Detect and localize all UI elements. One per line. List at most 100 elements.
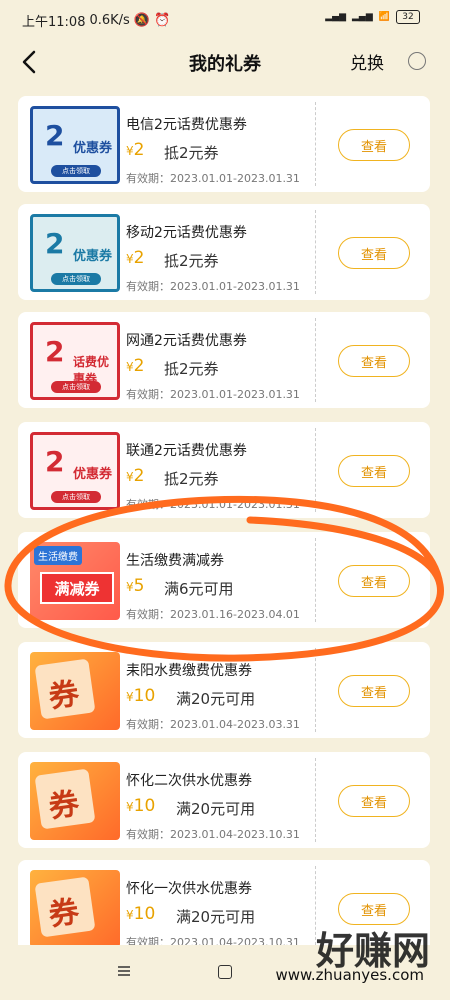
watermark-url: www.zhuanyes.com bbox=[275, 966, 424, 984]
thumb-pill: 点击领取 bbox=[51, 491, 101, 503]
menu-icon[interactable] bbox=[118, 965, 130, 977]
battery-icon: 32 bbox=[396, 10, 420, 24]
currency-symbol: ¥ bbox=[126, 580, 134, 594]
battery-level: 32 bbox=[402, 12, 414, 22]
view-button[interactable]: 查看 bbox=[338, 455, 410, 487]
coupon-condition: 满20元可用 bbox=[176, 908, 256, 926]
divider bbox=[315, 648, 316, 732]
view-button[interactable]: 查看 bbox=[338, 565, 410, 597]
coupon-seal: 券 bbox=[34, 768, 96, 830]
close-icon[interactable] bbox=[408, 52, 426, 70]
coupon-validity: 有效期：2023.01.01-2023.01.31 bbox=[126, 172, 300, 185]
home-icon[interactable] bbox=[218, 965, 232, 979]
coupon-amount: ¥2 bbox=[126, 248, 144, 268]
status-bar: 上午11:08 0.6K/s 🔕 ⏰ ▂▄▆ ▂▄▆ 📶 32 bbox=[0, 0, 450, 40]
telecom-coupon-thumbnail: 2 优惠券 点击领取 bbox=[30, 106, 120, 184]
coupon-name: 耒阳水费缴费优惠券 bbox=[126, 663, 252, 679]
coupon-validity: 有效期：2023.01.04-2023.10.31 bbox=[126, 828, 300, 841]
coupon-amount: ¥2 bbox=[126, 356, 144, 376]
seal-text: 券 bbox=[46, 894, 82, 934]
coupon-name: 联通2元话费优惠券 bbox=[126, 443, 247, 459]
amount-value: 2 bbox=[133, 466, 145, 486]
redeem-button[interactable]: 兑换 bbox=[350, 49, 384, 74]
divider bbox=[315, 102, 316, 186]
utility-coupon-thumbnail: 生活缴费 满减券 bbox=[30, 542, 120, 620]
coupon-name: 生活缴费满减券 bbox=[126, 553, 224, 569]
coupon-card[interactable]: 2 优惠券 点击领取 电信2元话费优惠券 ¥2 抵2元券 有效期：2023.01… bbox=[18, 96, 430, 192]
thumb-main: 满减券 bbox=[40, 572, 114, 604]
thumb-tag: 生活缴费 bbox=[34, 546, 82, 565]
coupon-condition: 抵2元券 bbox=[164, 252, 219, 270]
coupon-amount: ¥5 bbox=[126, 576, 144, 596]
view-button[interactable]: 查看 bbox=[338, 675, 410, 707]
status-left: 上午11:08 0.6K/s 🔕 ⏰ bbox=[22, 11, 170, 30]
coupon-name: 移动2元话费优惠券 bbox=[126, 225, 247, 241]
thumb-text: 优惠券 bbox=[73, 249, 113, 264]
wifi-icon: 📶 bbox=[378, 12, 390, 22]
coupon-card[interactable]: 券 耒阳水费缴费优惠券 ¥10 满20元可用 有效期：2023.01.04-20… bbox=[18, 642, 430, 738]
coupon-condition: 抵2元券 bbox=[164, 360, 219, 378]
divider bbox=[315, 538, 316, 622]
coupon-condition: 满20元可用 bbox=[176, 800, 256, 818]
mobile-coupon-thumbnail: 2 优惠券 点击领取 bbox=[30, 214, 120, 292]
coupon-card[interactable]: 生活缴费 满减券 生活缴费满减券 ¥5 满6元可用 有效期：2023.01.16… bbox=[18, 532, 430, 628]
thumb-text: 优惠券 bbox=[73, 141, 113, 156]
alarm-icon: ⏰ bbox=[154, 13, 171, 28]
thumb-pill: 点击领取 bbox=[51, 381, 101, 393]
view-button[interactable]: 查看 bbox=[338, 237, 410, 269]
divider bbox=[315, 758, 316, 842]
thumb-amount: 2 bbox=[45, 227, 65, 260]
coupon-validity: 有效期：2023.01.01-2023.01.31 bbox=[126, 280, 300, 293]
coupon-name: 网通2元话费优惠券 bbox=[126, 333, 247, 349]
water-coupon-thumbnail: 券 bbox=[30, 762, 120, 840]
amount-value: 2 bbox=[133, 140, 145, 160]
amount-value: 10 bbox=[133, 686, 156, 706]
thumb-text: 优惠券 bbox=[73, 467, 113, 482]
coupon-condition: 满20元可用 bbox=[176, 690, 256, 708]
coupon-name: 怀化二次供水优惠券 bbox=[126, 773, 252, 789]
unicom-coupon-thumbnail: 2 优惠券 点击领取 bbox=[30, 432, 120, 510]
view-button[interactable]: 查看 bbox=[338, 345, 410, 377]
coupon-name: 电信2元话费优惠券 bbox=[126, 117, 247, 133]
coupon-validity: 有效期：2023.01.04-2023.03.31 bbox=[126, 718, 300, 731]
coupon-name: 怀化一次供水优惠券 bbox=[126, 881, 252, 897]
view-button[interactable]: 查看 bbox=[338, 129, 410, 161]
coupon-validity: 有效期：2023.01.01-2023.01.31 bbox=[126, 388, 300, 401]
coupon-card[interactable]: 券 怀化二次供水优惠券 ¥10 满20元可用 有效期：2023.01.04-20… bbox=[18, 752, 430, 848]
app-header: 我的礼券 兑换 bbox=[0, 40, 450, 84]
signal-icon-2: ▂▄▆ bbox=[352, 12, 373, 22]
coupon-condition: 抵2元券 bbox=[164, 470, 219, 488]
amount-value: 5 bbox=[133, 576, 145, 596]
amount-value: 2 bbox=[133, 248, 145, 268]
view-button[interactable]: 查看 bbox=[338, 785, 410, 817]
coupon-seal: 券 bbox=[34, 876, 96, 938]
status-time: 上午11:08 bbox=[22, 15, 86, 30]
coupon-validity: 有效期：2023.01.16-2023.04.01 bbox=[126, 608, 300, 621]
coupon-amount: ¥10 bbox=[126, 796, 155, 816]
currency-symbol: ¥ bbox=[126, 144, 134, 158]
thumb-amount: 2 bbox=[45, 445, 65, 478]
signal-icon: ▂▄▆ bbox=[325, 12, 347, 22]
currency-symbol: ¥ bbox=[126, 690, 134, 704]
coupon-amount: ¥10 bbox=[126, 686, 155, 706]
coupon-card[interactable]: 2 话费优惠券 点击领取 网通2元话费优惠券 ¥2 抵2元券 有效期：2023.… bbox=[18, 312, 430, 408]
thumb-amount: 2 bbox=[45, 119, 65, 152]
currency-symbol: ¥ bbox=[126, 252, 134, 266]
coupon-card[interactable]: 2 优惠券 点击领取 移动2元话费优惠券 ¥2 抵2元券 有效期：2023.01… bbox=[18, 204, 430, 300]
amount-value: 10 bbox=[133, 904, 156, 924]
amount-value: 10 bbox=[133, 796, 156, 816]
thumb-amount: 2 bbox=[45, 335, 65, 368]
thumb-pill: 点击领取 bbox=[51, 165, 101, 177]
coupon-amount: ¥10 bbox=[126, 904, 155, 924]
currency-symbol: ¥ bbox=[126, 908, 134, 922]
amount-value: 2 bbox=[133, 356, 145, 376]
seal-text: 券 bbox=[46, 676, 82, 716]
divider bbox=[315, 428, 316, 512]
divider bbox=[315, 318, 316, 402]
coupon-card[interactable]: 2 优惠券 点击领取 联通2元话费优惠券 ¥2 抵2元券 有效期：2023.01… bbox=[18, 422, 430, 518]
currency-symbol: ¥ bbox=[126, 360, 134, 374]
coupon-condition: 满6元可用 bbox=[164, 580, 234, 598]
seal-text: 券 bbox=[46, 786, 82, 826]
coupon-validity: 有效期：2023.01.01-2023.01.31 bbox=[126, 498, 300, 511]
coupon-amount: ¥2 bbox=[126, 466, 144, 486]
